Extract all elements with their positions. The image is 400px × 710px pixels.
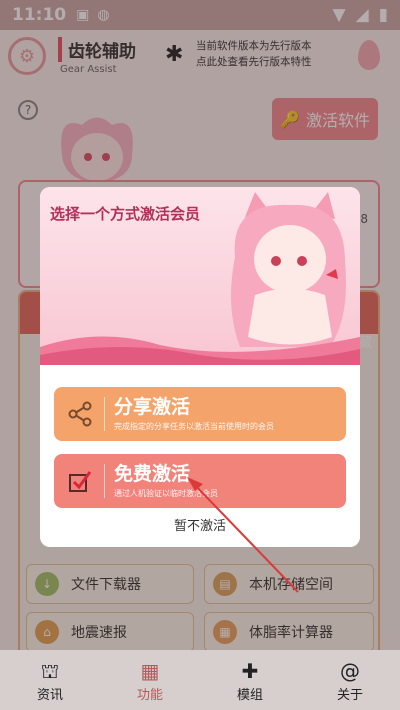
nav-label: 资讯 <box>36 687 63 703</box>
nav-label: 功能 <box>136 687 163 703</box>
option-divider <box>104 464 105 498</box>
share-activate-button[interactable]: 分享激活 完成指定的分享任务以激活当前使用时的会员 <box>54 387 346 441</box>
dialog-title: 选择一个方式激活会员 <box>50 205 201 223</box>
nav-news[interactable]: ⛫ 资讯 <box>0 650 100 710</box>
bottom-nav: ⛫ 资讯 ▦ 功能 ✚ 模组 @ 关于 <box>0 650 400 710</box>
free-activate-button[interactable]: 免费激活 通过人机验证以临时激活会员 <box>54 454 346 508</box>
share-activate-title: 分享激活 <box>114 396 191 418</box>
at-icon: @ <box>340 658 360 683</box>
nav-label: 关于 <box>336 687 363 703</box>
activate-member-dialog: 选择一个方式激活会员 分享激活 完成指定的分享任务以激活当前使用时的会员 免费激… <box>40 187 360 547</box>
checkbox-icon <box>62 463 98 499</box>
grid-icon: ▦ <box>140 658 160 683</box>
news-icon: ⛫ <box>40 658 60 683</box>
option-divider <box>104 397 105 431</box>
nav-modules[interactable]: ✚ 模组 <box>200 650 300 710</box>
share-icon <box>62 396 98 432</box>
free-activate-title: 免费激活 <box>114 463 191 485</box>
skip-activation-button[interactable]: 暂不激活 <box>40 515 360 534</box>
nav-features[interactable]: ▦ 功能 <box>100 650 200 710</box>
share-activate-desc: 完成指定的分享任务以激活当前使用时的会员 <box>114 422 274 431</box>
nav-label: 模组 <box>236 687 263 703</box>
puzzle-icon: ✚ <box>241 658 259 683</box>
nav-about[interactable]: @ 关于 <box>300 650 400 710</box>
free-activate-desc: 通过人机验证以临时激活会员 <box>114 489 218 498</box>
